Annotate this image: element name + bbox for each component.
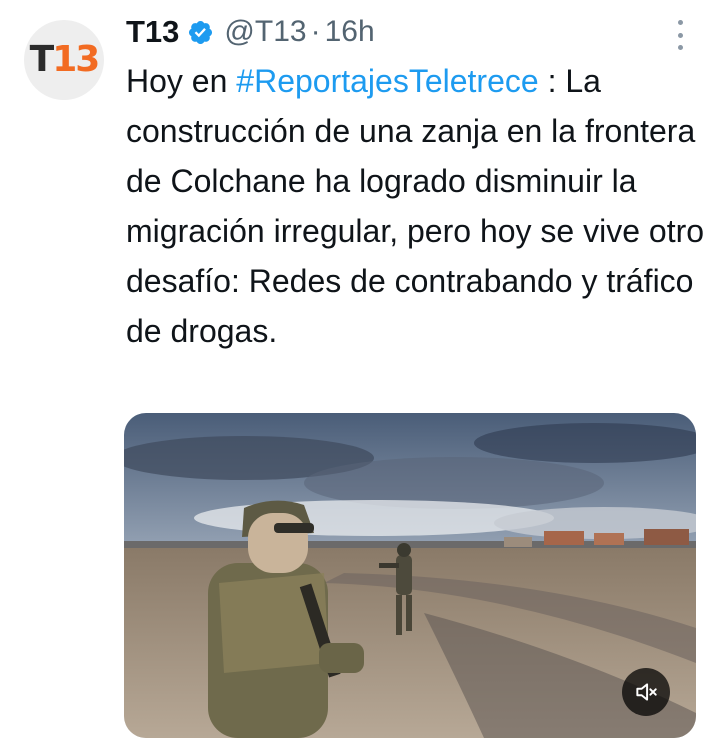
hashtag-link[interactable]: #ReportajesTeletrece <box>236 63 538 99</box>
more-dot <box>677 45 683 50</box>
timestamp[interactable]: 16h <box>325 15 375 49</box>
verified-badge-icon[interactable] <box>187 19 214 46</box>
more-dot <box>677 20 683 25</box>
tweet-text: Hoy en #ReportajesTeletrece : La constru… <box>126 56 706 356</box>
volume-muted-icon[interactable] <box>622 668 670 716</box>
display-name[interactable]: T13 <box>126 14 179 50</box>
tweet-header: T13 @T13 · 16h <box>126 12 375 52</box>
mute-glyph <box>636 683 657 701</box>
user-handle[interactable]: @T13 <box>224 15 306 49</box>
avatar[interactable]: T13 <box>24 20 104 100</box>
more-options-icon[interactable] <box>670 20 690 50</box>
tweet-text-prefix: Hoy en <box>126 63 237 99</box>
video-frame <box>124 413 696 738</box>
video-player[interactable] <box>124 413 696 738</box>
logo-letter: T <box>29 39 55 80</box>
t13-logo: T13 <box>29 39 101 80</box>
more-dot <box>677 32 683 38</box>
tweet-text-body: : La construcción de una zanja en la fro… <box>126 63 705 349</box>
separator-dot: · <box>310 15 321 48</box>
logo-number: 13 <box>52 39 100 80</box>
tweet[interactable]: T13 T13 @T13 · 16h Hoy en #ReportajesTel… <box>0 0 720 750</box>
